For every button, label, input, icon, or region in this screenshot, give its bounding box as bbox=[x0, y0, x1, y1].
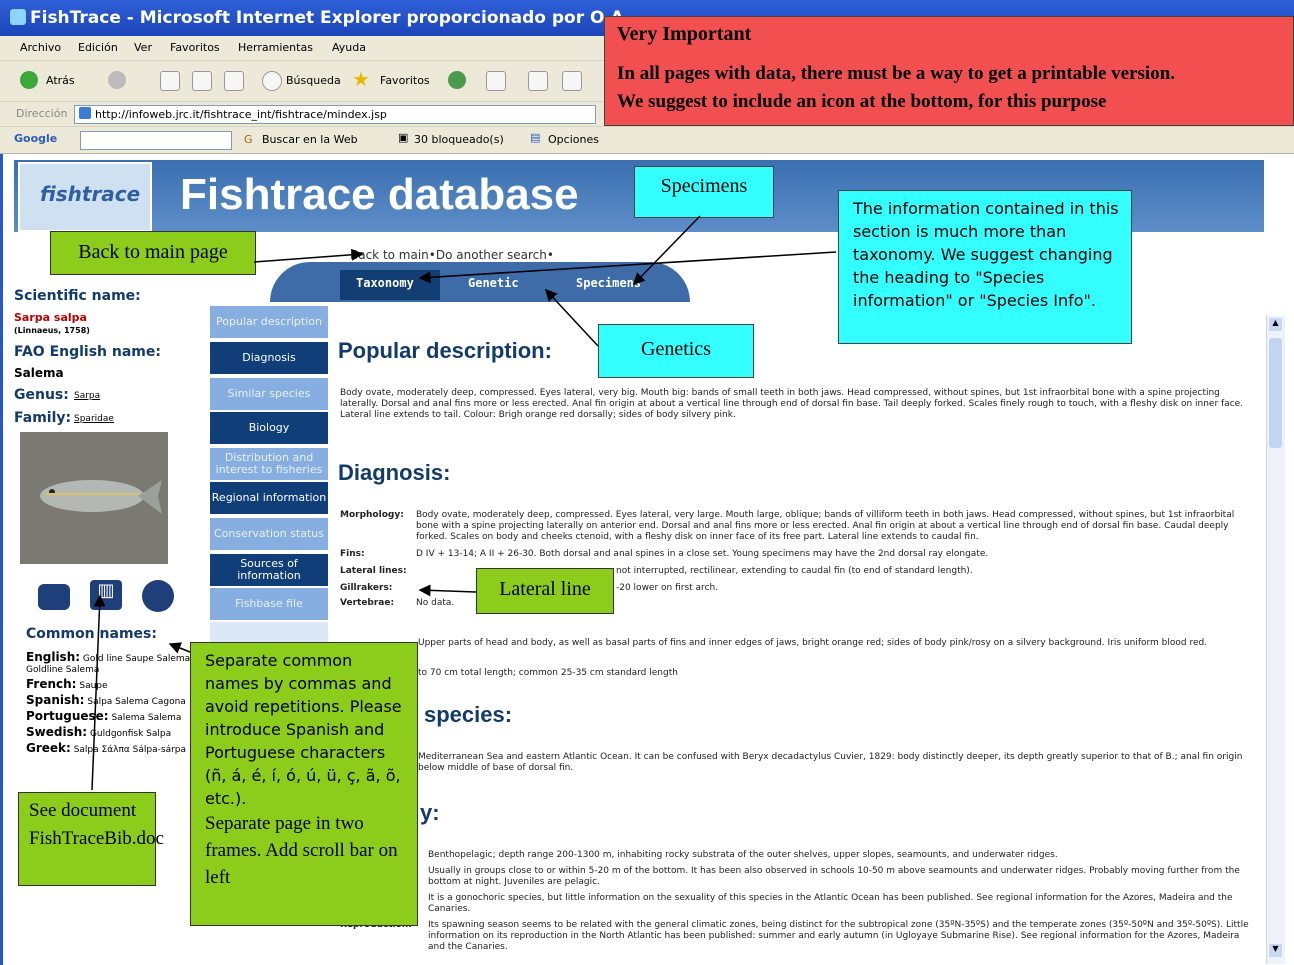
arrow-lateral-line bbox=[418, 584, 477, 597]
arrow-common-names bbox=[168, 642, 191, 654]
annotation-arrows bbox=[91, 215, 837, 791]
arrow-taxonomy bbox=[418, 251, 837, 284]
arrow-see-document bbox=[91, 594, 106, 791]
arrow-genetics bbox=[544, 288, 599, 347]
arrow-specimens bbox=[632, 215, 701, 286]
arrow-back-to-main bbox=[253, 248, 364, 263]
